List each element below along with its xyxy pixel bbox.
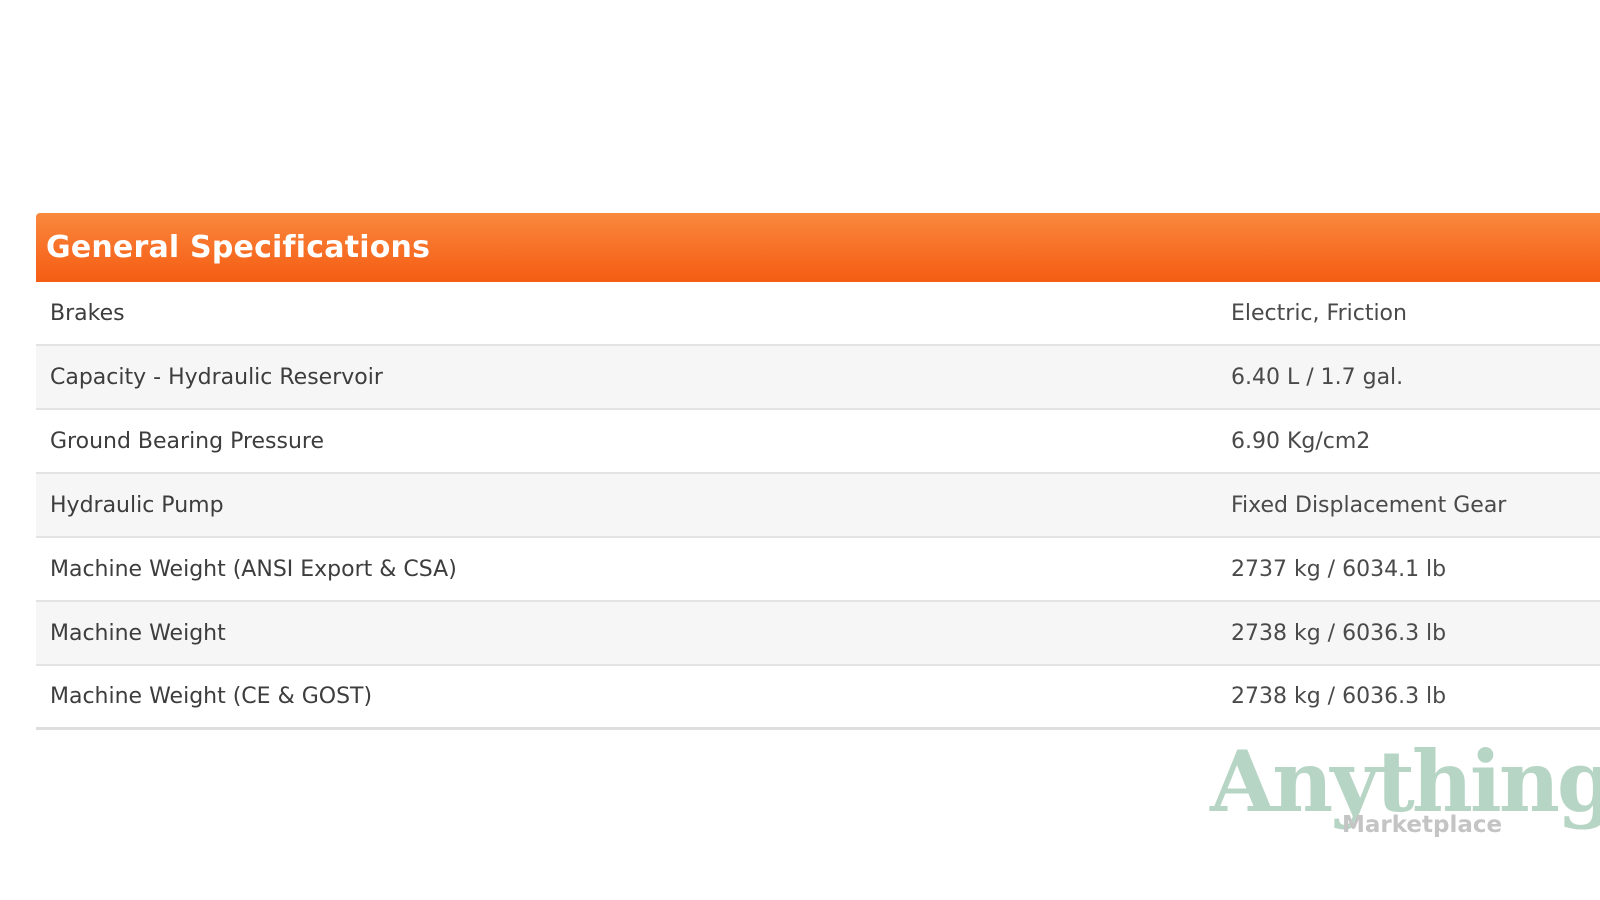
spec-row-brakes: Brakes Electric, Friction — [36, 282, 1600, 346]
spec-label: Ground Bearing Pressure — [50, 428, 325, 454]
general-specifications-panel: General Specifications Brakes Electric, … — [36, 213, 1600, 730]
spec-value: 6.90 Kg/cm2 — [1231, 428, 1371, 454]
spec-value: Fixed Displacement Gear — [1231, 492, 1507, 518]
anything-marketplace-watermark-logo: Anything Marketplace — [1210, 740, 1600, 850]
spec-label: Hydraulic Pump — [50, 492, 224, 518]
spec-row-machine-weight: Machine Weight 2738 kg / 6036.3 lb — [36, 602, 1600, 666]
watermark-sub-text: Marketplace — [1342, 812, 1503, 838]
spec-label: Machine Weight — [50, 620, 226, 646]
spec-row-hydraulic-pump: Hydraulic Pump Fixed Displacement Gear — [36, 474, 1600, 538]
specs-header: General Specifications — [36, 213, 1600, 282]
spec-value: 6.40 L / 1.7 gal. — [1231, 364, 1404, 390]
spec-value: 2738 kg / 6036.3 lb — [1231, 620, 1447, 646]
specs-title: General Specifications — [46, 230, 431, 265]
spec-row-machine-weight-ansi: Machine Weight (ANSI Export & CSA) 2737 … — [36, 538, 1600, 602]
spec-label: Machine Weight (CE & GOST) — [50, 684, 373, 709]
spec-row-machine-weight-ce-gost: Machine Weight (CE & GOST) 2738 kg / 603… — [36, 666, 1600, 730]
spec-label: Capacity - Hydraulic Reservoir — [50, 364, 383, 390]
specs-table: Brakes Electric, Friction Capacity - Hyd… — [36, 282, 1600, 730]
spec-value: 2737 kg / 6034.1 lb — [1231, 556, 1447, 582]
spec-value: Electric, Friction — [1231, 300, 1407, 326]
spec-row-ground-bearing-pressure: Ground Bearing Pressure 6.90 Kg/cm2 — [36, 410, 1600, 474]
spec-row-hydraulic-reservoir: Capacity - Hydraulic Reservoir 6.40 L / … — [36, 346, 1600, 410]
spec-value: 2738 kg / 6036.3 lb — [1231, 684, 1447, 709]
spec-label: Machine Weight (ANSI Export & CSA) — [50, 556, 457, 582]
spec-label: Brakes — [50, 300, 125, 326]
page: General Specifications Brakes Electric, … — [0, 0, 1600, 900]
